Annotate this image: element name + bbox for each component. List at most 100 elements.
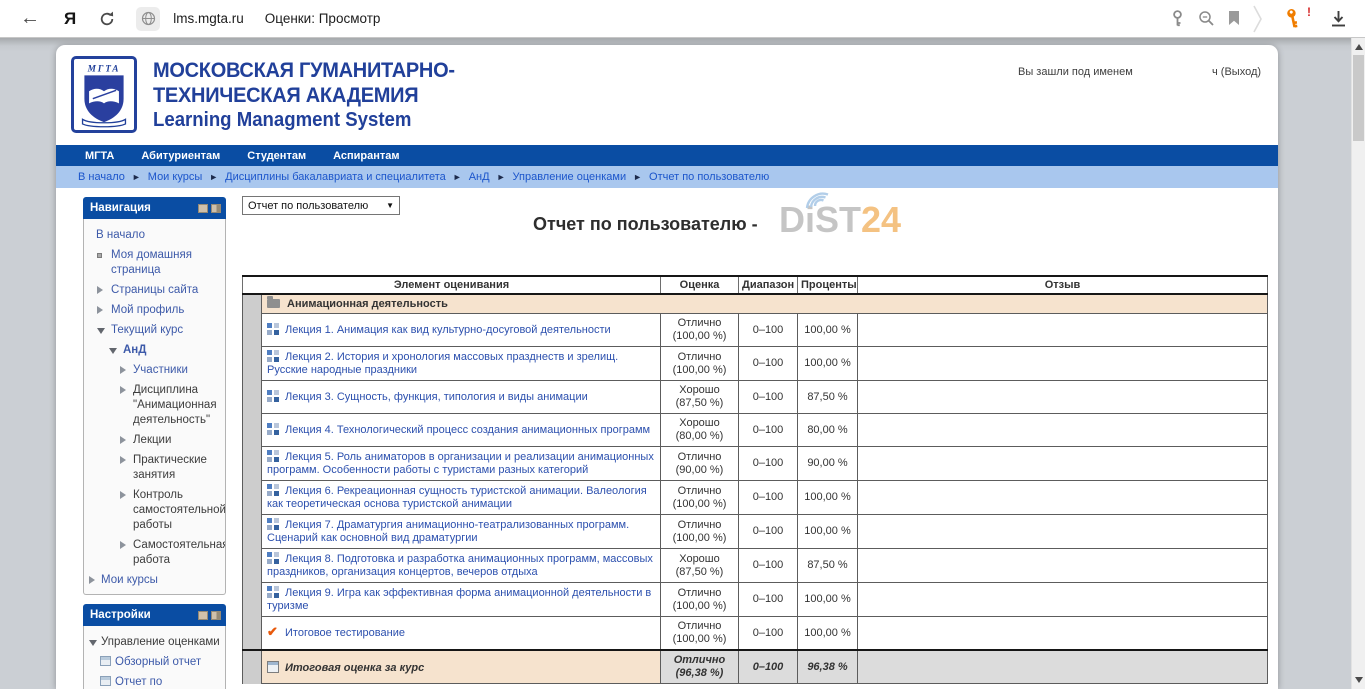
feedback-cell (858, 549, 1268, 583)
lms-subtitle: Learning Managment System (153, 108, 455, 133)
main-nav-item[interactable]: Аспирантам (333, 150, 399, 162)
sidebar-item-label: Лекции (133, 434, 171, 446)
window-scrollbar[interactable] (1351, 38, 1365, 689)
percent-cell: 100,00 % (798, 347, 858, 381)
sidebar-item[interactable]: Мой профиль (87, 303, 222, 318)
grade-item-link[interactable]: Лекция 1. Анимация как вид культурно-дос… (285, 324, 611, 336)
site-globe-icon[interactable] (136, 7, 160, 31)
bookmark-icon[interactable] (1228, 11, 1240, 26)
grade-item-row: Лекция 7. Драматургия анимационно-театра… (243, 515, 1268, 549)
sidebar-item-label: Практические занятия (133, 454, 207, 481)
scroll-down-arrow-icon[interactable] (1355, 677, 1363, 683)
grade-item-row: Лекция 2. История и хронология массовых … (243, 347, 1268, 381)
address-url[interactable]: lms.mgta.ru (173, 11, 244, 26)
total-feedback-cell (858, 650, 1268, 684)
collapse-block-icon[interactable] (198, 611, 208, 620)
protect-key-icon[interactable] (1170, 10, 1185, 27)
collapse-toggle-icon[interactable] (97, 328, 105, 334)
grade-item-link[interactable]: Лекция 7. Драматургия анимационно-театра… (267, 519, 629, 544)
dist24-watermark: DiST24 (779, 202, 901, 238)
report-type-select[interactable]: Отчет по пользователю (242, 196, 400, 215)
grade-item-link[interactable]: Лекция 3. Сущность, функция, типология и… (285, 391, 588, 403)
academy-logo[interactable]: МГТА (71, 56, 137, 133)
expand-toggle-icon[interactable] (120, 456, 126, 464)
report-select-value: Отчет по пользователю (248, 200, 368, 212)
sidebar-item-label: Текущий курс (111, 324, 183, 336)
grade-item-link[interactable]: Лекция 2. История и хронология массовых … (267, 351, 618, 376)
range-cell: 0–100 (739, 414, 798, 447)
percent-cell: 90,00 % (798, 447, 858, 481)
grade-item-link[interactable]: Лекция 5. Роль аниматоров в организации … (267, 451, 654, 476)
sidebar-item[interactable]: Участники (87, 363, 222, 378)
feedback-cell (858, 515, 1268, 549)
total-percent-cell: 96,38 % (798, 650, 858, 684)
grade-item-link[interactable]: Лекция 9. Игра как эффективная форма ани… (267, 587, 651, 612)
sidebar-item[interactable]: Обзорный отчет (87, 655, 222, 670)
expand-toggle-icon[interactable] (120, 436, 126, 444)
sidebar-item[interactable]: Мои курсы (87, 573, 222, 588)
grade-cell: Отлично(100,00 %) (661, 617, 739, 651)
main-nav-item[interactable]: Студентам (247, 150, 306, 162)
percent-cell: 100,00 % (798, 583, 858, 617)
sidebar-item[interactable]: АнД (87, 343, 222, 358)
grade-item-link[interactable]: Лекция 6. Рекреационная сущность туристс… (267, 485, 647, 510)
download-icon[interactable] (1330, 10, 1347, 28)
sidebar-item[interactable]: В начало (87, 228, 222, 243)
range-cell: 0–100 (739, 549, 798, 583)
yandex-browser-icon[interactable]: Я (64, 9, 76, 29)
main-nav-item[interactable]: Абитуриентам (141, 150, 220, 162)
breadcrumb-link[interactable]: АнД (469, 171, 490, 183)
breadcrumb-link[interactable]: Мои курсы (148, 171, 202, 183)
expand-toggle-icon[interactable] (120, 491, 126, 499)
collapse-block-icon[interactable] (198, 204, 208, 213)
sidebar-item[interactable]: Моя домашняя страница (87, 248, 222, 278)
undock-block-icon[interactable] (211, 611, 221, 620)
collapse-toggle-icon[interactable] (89, 640, 97, 646)
sidebar-item: Дисциплина "Анимационная деятельность" (87, 383, 222, 428)
expand-toggle-icon[interactable] (120, 541, 126, 549)
grade-item-row: Лекция 4. Технологический процесс создан… (243, 414, 1268, 447)
grade-item-row: Итоговое тестированиеОтлично(100,00 %)0–… (243, 617, 1268, 651)
sidebar-item-label: Отчет по пользователю (100, 676, 175, 689)
expand-toggle-icon[interactable] (89, 576, 95, 584)
expand-toggle-icon[interactable] (120, 386, 126, 394)
academy-title-line2: ТЕХНИЧЕСКАЯ АКАДЕМИЯ (153, 83, 455, 108)
password-alert-icon[interactable]: ! (1283, 9, 1304, 28)
bullet-icon (97, 253, 102, 258)
scroll-up-arrow-icon[interactable] (1355, 44, 1363, 50)
category-indent (243, 617, 262, 651)
expand-toggle-icon[interactable] (97, 306, 103, 314)
undock-block-icon[interactable] (211, 204, 221, 213)
scrollbar-thumb[interactable] (1353, 55, 1364, 141)
range-cell: 0–100 (739, 481, 798, 515)
back-button[interactable]: ← (20, 7, 40, 30)
sidebar-item[interactable]: Страницы сайта (87, 283, 222, 298)
breadcrumb-separator-icon: ► (453, 172, 462, 182)
main-nav-item[interactable]: МГТА (85, 150, 114, 162)
login-status-text: Вы зашли под именем (1018, 66, 1133, 78)
category-indent (243, 481, 262, 515)
sidebar-item-label: Дисциплина "Анимационная деятельность" (133, 384, 217, 426)
logout-link[interactable]: ч (Выход) (1212, 66, 1261, 78)
breadcrumb-link[interactable]: Управление оценками (513, 171, 627, 183)
grade-cell: Хорошо(80,00 %) (661, 414, 739, 447)
breadcrumb-link[interactable]: Дисциплины бакалавриата и специалитета (225, 171, 446, 183)
breadcrumb-link[interactable]: В начало (78, 171, 125, 183)
grade-item-link[interactable]: Итоговое тестирование (285, 627, 405, 639)
percent-cell: 87,50 % (798, 381, 858, 414)
reload-button[interactable] (98, 10, 116, 28)
settings-tree: Управление оценкамиОбзорный отчетОтчет п… (83, 626, 226, 689)
sidebar-item-label: Самостоятельная работа (133, 539, 226, 566)
grade-report-table: Элемент оценивания Оценка Диапазон Проце… (242, 275, 1268, 684)
range-cell: 0–100 (739, 583, 798, 617)
grade-item-link[interactable]: Лекция 8. Подготовка и разработка анимац… (267, 553, 653, 578)
grade-item-link[interactable]: Лекция 4. Технологический процесс создан… (285, 424, 650, 436)
sidebar-item[interactable]: Текущий курс (87, 323, 222, 338)
col-header-percent: Проценты (798, 276, 858, 294)
expand-toggle-icon[interactable] (120, 366, 126, 374)
expand-toggle-icon[interactable] (97, 286, 103, 294)
collapse-toggle-icon[interactable] (109, 348, 117, 354)
sidebar-item[interactable]: Отчет по пользователю (87, 675, 222, 689)
find-on-page-icon[interactable] (1198, 10, 1215, 27)
breadcrumb-link[interactable]: Отчет по пользователю (649, 171, 769, 183)
